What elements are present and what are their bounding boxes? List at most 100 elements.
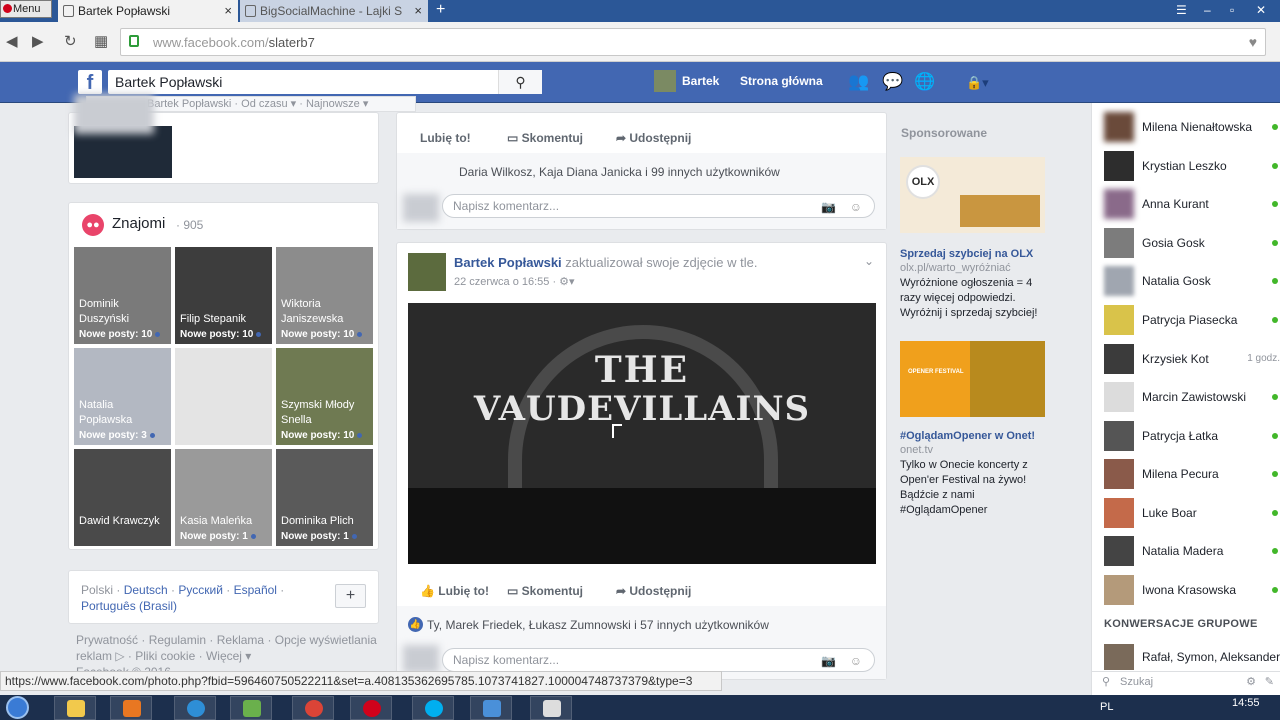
camera-icon[interactable]: 📷 xyxy=(821,650,836,672)
taskbar-skype[interactable] xyxy=(412,696,454,720)
input-language[interactable]: PL xyxy=(1100,701,1113,713)
like-button[interactable]: 👍 Lubię to! xyxy=(420,584,489,598)
speed-dial-icon[interactable]: ▦ xyxy=(94,32,108,50)
chat-contact[interactable]: Natalia Gosk xyxy=(1104,266,1280,296)
clock[interactable]: 14:55 xyxy=(1232,697,1260,709)
avatar[interactable] xyxy=(408,253,446,291)
url-field[interactable]: www.facebook.com/slaterb7 ♥ xyxy=(120,28,1266,56)
close-tab-icon[interactable]: × xyxy=(224,0,232,22)
notifications-icon[interactable]: 🌐 xyxy=(914,72,935,92)
messages-icon[interactable]: 💬 xyxy=(882,72,903,92)
close-tab-icon[interactable]: × xyxy=(414,0,422,22)
ad-url[interactable]: onet.tv xyxy=(900,444,933,456)
comment-button[interactable]: ▭ Skomentuj xyxy=(507,584,583,598)
reload-icon[interactable]: ↻ xyxy=(64,32,77,50)
emoji-icon[interactable]: ☺ xyxy=(850,650,862,672)
back-icon[interactable]: ◀ xyxy=(6,32,18,50)
tab-bartek-poplawski[interactable]: Bartek Popławski × xyxy=(58,0,238,22)
language-link[interactable]: Español xyxy=(234,583,277,597)
taskbar-chrome[interactable] xyxy=(292,696,334,720)
share-button[interactable]: ➦ Udostępnij xyxy=(616,131,691,145)
start-button[interactable] xyxy=(0,695,36,720)
comment-button[interactable]: ▭ Skomentuj xyxy=(507,131,583,145)
privacy-shortcuts-icon[interactable]: 🔒▾ xyxy=(966,75,989,91)
home-link[interactable]: Strona główna xyxy=(740,74,823,88)
friend-tile[interactable]: Dawid Krawczyk xyxy=(74,449,171,546)
chat-contact[interactable]: Milena Pecura xyxy=(1104,459,1280,489)
minimize-icon[interactable]: – xyxy=(1204,3,1211,17)
friend-tile[interactable]: Kasia Maleńka Nowe posty: 1 xyxy=(175,449,272,546)
footer-link[interactable]: Pliki cookie xyxy=(135,649,195,663)
chat-contact[interactable]: Gosia Gosk xyxy=(1104,228,1280,258)
taskbar-opera[interactable] xyxy=(350,696,392,720)
audience-icon[interactable]: ⚙▾ xyxy=(559,276,574,288)
friend-requests-icon[interactable]: 👥 xyxy=(848,72,869,92)
footer-link[interactable]: Więcej ▾ xyxy=(206,649,251,663)
friend-tile[interactable]: Dominika Plich Nowe posty: 1 xyxy=(276,449,373,546)
friend-tile[interactable]: Szymski Młody Snella Nowe posty: 10 xyxy=(276,348,373,445)
maximize-icon[interactable]: ▫ xyxy=(1230,3,1234,17)
taskbar-bluestacks[interactable] xyxy=(230,696,272,720)
taskbar-explorer[interactable] xyxy=(54,696,96,720)
taskbar-recorder[interactable] xyxy=(530,696,572,720)
chat-contact[interactable]: Patrycja Łatka xyxy=(1104,421,1280,451)
taskbar-app[interactable] xyxy=(470,696,512,720)
search-icon[interactable]: ⚲ xyxy=(498,70,542,94)
post-options-icon[interactable]: ⌄ xyxy=(864,254,874,268)
chat-contact[interactable]: Patrycja Piasecka xyxy=(1104,305,1280,335)
chat-contact[interactable]: Natalia Madera xyxy=(1104,536,1280,566)
friend-tile[interactable]: Wiktoria Janiszewska Nowe posty: 10 xyxy=(276,247,373,344)
chat-contact[interactable]: Milena Nienałtowska xyxy=(1104,112,1280,142)
forward-icon[interactable]: ▶ xyxy=(32,32,44,50)
share-button[interactable]: ➦ Udostępnij xyxy=(616,584,691,598)
language-link[interactable]: Русский xyxy=(178,583,223,597)
likes-summary[interactable]: Ty, Marek Friedek, Łukasz Zumnowski i 57… xyxy=(427,618,769,632)
cover-photo[interactable]: THE VAUDEVILLAINS xyxy=(408,303,876,564)
add-language-button[interactable]: + xyxy=(335,584,366,608)
ad-title[interactable]: #OglądamOpener w Onet! xyxy=(900,430,1035,442)
footer-link[interactable]: Prywatność xyxy=(76,633,138,647)
comment-input[interactable]: Napisz komentarz... 📷 ☺ xyxy=(442,648,875,672)
chat-contact[interactable]: Iwona Krasowska xyxy=(1104,575,1280,605)
online-indicator-icon xyxy=(1272,433,1278,439)
camera-icon[interactable]: 📷 xyxy=(821,196,836,218)
settings-gear-icon[interactable]: ⚙ xyxy=(1246,672,1256,692)
friend-tile[interactable]: Natalia Popławska Nowe posty: 3 xyxy=(74,348,171,445)
friend-tile[interactable]: Dominik Duszyński Nowe posty: 10 xyxy=(74,247,171,344)
friend-tile[interactable]: Filip Stepanik Nowe posty: 10 xyxy=(175,247,272,344)
chat-contact[interactable]: Krzysiek Kot 1 godz. xyxy=(1104,344,1280,374)
emoji-icon[interactable]: ☺ xyxy=(850,196,862,218)
ad-title[interactable]: Sprzedaj szybciej na OLX xyxy=(900,248,1033,260)
footer-link[interactable]: Regulamin xyxy=(149,633,206,647)
chat-search-input[interactable]: ⚲ Szukaj ⚙ ✎ xyxy=(1092,671,1280,693)
close-window-icon[interactable]: ✕ xyxy=(1256,3,1266,17)
tab-bigsocialmachine[interactable]: BigSocialMachine - Lajki S × xyxy=(240,0,428,22)
olx-ad-image[interactable]: OLX xyxy=(900,157,1045,233)
chat-contact[interactable]: Luke Boar xyxy=(1104,498,1280,528)
chat-contact[interactable]: Krystian Leszko xyxy=(1104,151,1280,181)
friends-title[interactable]: Znajomi xyxy=(112,215,165,232)
opener-ad-image[interactable]: OPENER FESTIVAL xyxy=(900,341,1045,417)
browser-menu-button[interactable]: Menu xyxy=(0,0,52,18)
heart-icon[interactable]: ♥ xyxy=(1249,34,1257,50)
taskbar-internet-explorer[interactable] xyxy=(174,696,216,720)
like-button[interactable]: Lubię to! xyxy=(420,131,471,145)
facebook-logo-icon[interactable]: f xyxy=(78,70,102,94)
language-current[interactable]: Polski xyxy=(81,583,113,597)
taskbar-media-player[interactable] xyxy=(110,696,152,720)
search-input[interactable] xyxy=(108,70,498,94)
likes-summary[interactable]: Daria Wilkosz, Kaja Diana Janicka i 99 i… xyxy=(459,165,780,179)
language-link[interactable]: Português (Brasil) xyxy=(81,599,177,613)
new-tab-button[interactable]: + xyxy=(436,0,450,22)
friend-tile[interactable] xyxy=(175,348,272,445)
ad-url[interactable]: olx.pl/warto_wyróżniać xyxy=(900,262,1011,274)
chat-contact[interactable]: Anna Kurant xyxy=(1104,189,1280,219)
post-author-link[interactable]: Bartek Popławski xyxy=(454,255,562,270)
group-conversation[interactable]: Rafał, Symon, Aleksander xyxy=(1104,644,1280,670)
footer-link[interactable]: Reklama xyxy=(217,633,264,647)
tab-menu-icon[interactable]: ☰ xyxy=(1176,3,1187,17)
comment-input[interactable]: Napisz komentarz... 📷 ☺ xyxy=(442,194,875,218)
compose-icon[interactable]: ✎ xyxy=(1265,672,1274,692)
language-link[interactable]: Deutsch xyxy=(124,583,168,597)
chat-contact[interactable]: Marcin Zawistowski xyxy=(1104,382,1280,412)
